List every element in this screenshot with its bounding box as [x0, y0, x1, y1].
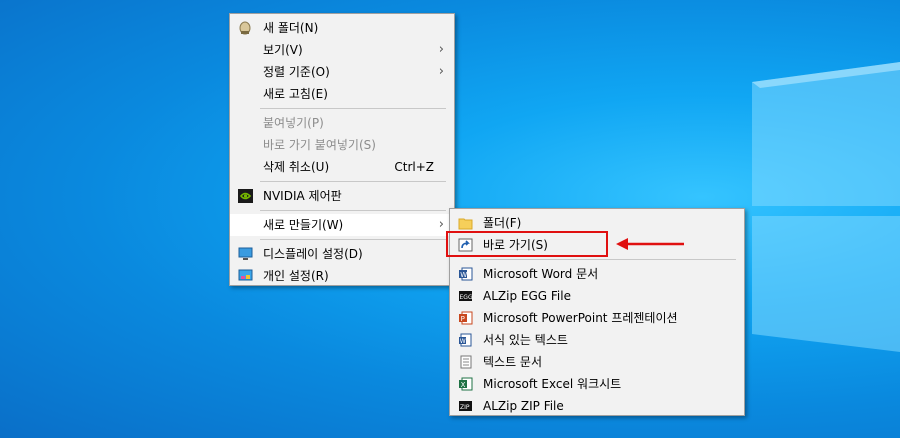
chevron-right-icon: ›: [438, 217, 444, 232]
svg-text:W: W: [460, 338, 466, 345]
shortcut-label: Ctrl+Z: [394, 160, 434, 174]
menu-item-personalize[interactable]: 개인 설정(R): [230, 265, 454, 287]
submenu-item-alzip-egg[interactable]: EGG ALZip EGG File: [450, 285, 744, 307]
menu-item-view[interactable]: 보기(V) ›: [230, 39, 454, 61]
text-document-icon: [458, 355, 473, 369]
highlight-box: [446, 231, 608, 257]
menu-item-display-settings[interactable]: 디스플레이 설정(D): [230, 243, 454, 265]
excel-icon: X: [458, 377, 473, 391]
svg-text:W: W: [460, 271, 467, 279]
menu-separator: [480, 259, 736, 260]
menu-item-refresh[interactable]: 새로 고침(E): [230, 83, 454, 105]
chevron-right-icon: ›: [438, 64, 444, 79]
red-arrow-icon: [614, 235, 686, 253]
submenu-item-alzip-zip[interactable]: ZIP ALZip ZIP File: [450, 395, 744, 417]
word-icon: W: [458, 267, 473, 281]
personalize-icon: [238, 269, 253, 283]
zip-icon: ZIP: [458, 399, 473, 413]
menu-separator: [260, 108, 446, 109]
menu-item-undo-delete[interactable]: 삭제 취소(U) Ctrl+Z: [230, 156, 454, 178]
chevron-right-icon: ›: [438, 42, 444, 57]
egg-icon: EGG: [458, 289, 473, 303]
menu-separator: [260, 239, 446, 240]
submenu-item-rich-text[interactable]: W 서식 있는 텍스트: [450, 329, 744, 351]
svg-text:EGG: EGG: [460, 294, 473, 301]
svg-text:X: X: [461, 381, 466, 389]
nvidia-icon: [238, 189, 253, 203]
svg-text:ZIP: ZIP: [460, 404, 470, 411]
display-icon: [238, 247, 253, 261]
rtf-icon: W: [458, 333, 473, 347]
desktop-context-menu: 새 폴더(N) 보기(V) › 정렬 기준(O) › 새로 고침(E) 붙여넣기…: [229, 13, 455, 286]
submenu-item-excel[interactable]: X Microsoft Excel 워크시트: [450, 373, 744, 395]
menu-item-nvidia-control-panel[interactable]: NVIDIA 제어판: [230, 185, 454, 207]
powerpoint-icon: P: [458, 311, 473, 325]
svg-text:P: P: [461, 315, 465, 323]
menu-item-new[interactable]: 새로 만들기(W) ›: [230, 214, 454, 236]
menu-item-sort-by[interactable]: 정렬 기준(O) ›: [230, 61, 454, 83]
submenu-item-text-document[interactable]: 텍스트 문서: [450, 351, 744, 373]
folder-icon: [458, 216, 473, 230]
menu-separator: [260, 210, 446, 211]
menu-item-paste[interactable]: 붙여넣기(P): [230, 112, 454, 134]
submenu-item-powerpoint[interactable]: P Microsoft PowerPoint 프레젠테이션: [450, 307, 744, 329]
new-folder-icon: [238, 21, 253, 35]
menu-item-new-folder[interactable]: 새 폴더(N): [230, 17, 454, 39]
menu-separator: [260, 181, 446, 182]
menu-item-paste-shortcut[interactable]: 바로 가기 붙여넣기(S): [230, 134, 454, 156]
submenu-item-word[interactable]: W Microsoft Word 문서: [450, 263, 744, 285]
